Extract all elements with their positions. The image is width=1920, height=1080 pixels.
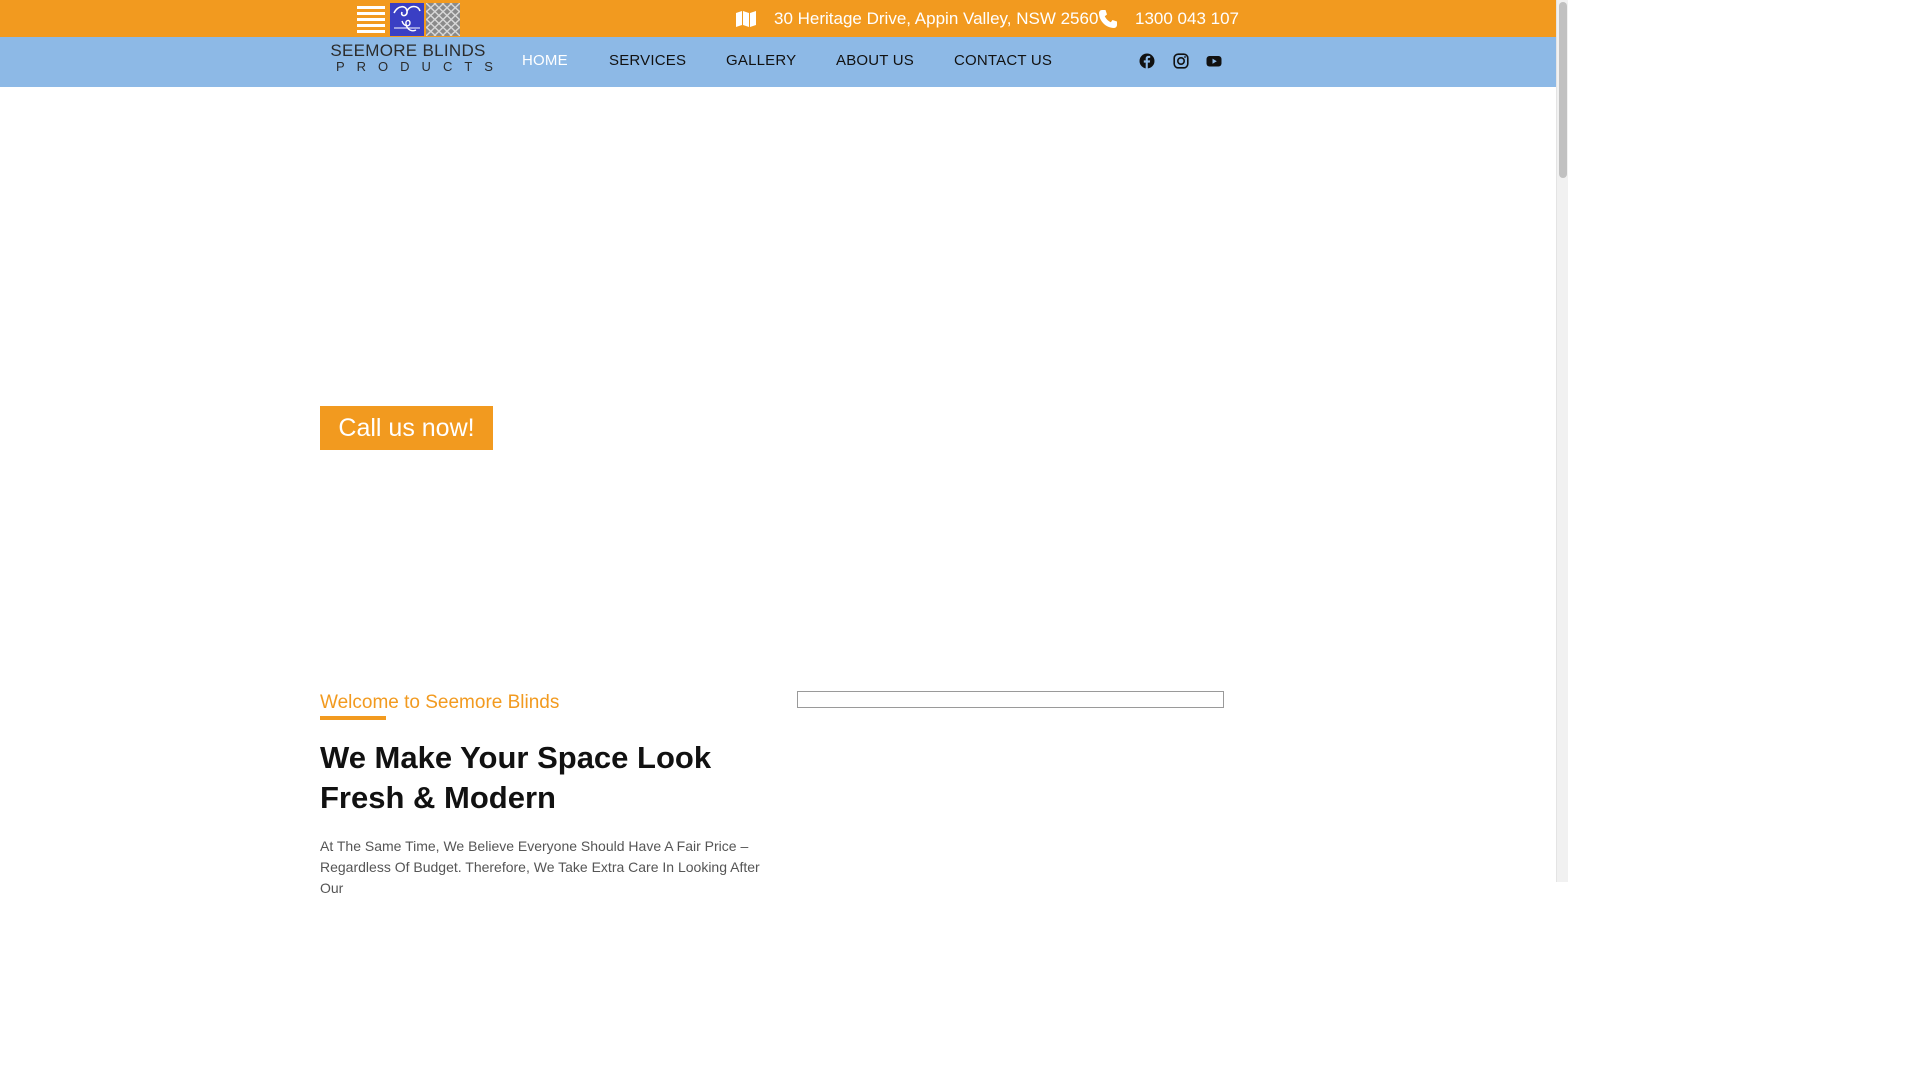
phone-link[interactable]: 1300 043 107 [1098,0,1239,37]
page: 30 Heritage Drive, Appin Valley, NSW 256… [0,0,1556,896]
logo-brand-text: SEEMORE BLINDS [330,41,486,60]
phone-text: 1300 043 107 [1135,8,1239,28]
welcome-image-placeholder [797,691,1224,708]
welcome-body: At The Same Time, We Believe Everyone Sh… [320,838,760,896]
address-link[interactable]: 30 Heritage Drive, Appin Valley, NSW 256… [736,0,1098,37]
nav-item-about-us[interactable]: ABOUT US [836,52,914,69]
youtube-icon[interactable] [1206,53,1222,69]
facebook-icon[interactable] [1139,53,1155,69]
site-logo[interactable]: SEEMORE BLINDS PRODUCTS [330,3,505,74]
logo-sub-text: PRODUCTS [336,59,505,74]
map-icon [736,10,756,27]
top-contact-bar: 30 Heritage Drive, Appin Valley, NSW 256… [0,0,1556,37]
logo-squares [354,3,460,36]
nav-item-contact-us[interactable]: CONTACT US [954,52,1052,69]
mesh-screen-icon [426,3,460,36]
instagram-icon[interactable] [1173,53,1189,69]
swirl-curtain-icon [390,3,424,36]
address-text: 30 Heritage Drive, Appin Valley, NSW 256… [774,8,1099,28]
nav-item-services[interactable]: SERVICES [609,52,686,69]
phone-icon [1098,9,1118,29]
call-us-now-button[interactable]: Call us now! [320,406,493,450]
page-scrollbar[interactable] [1556,0,1568,882]
nav-item-gallery[interactable]: GALLERY [726,52,796,69]
welcome-underline [320,716,386,720]
nav-item-home[interactable]: HOME [522,52,568,69]
welcome-headline: We Make Your Space Look Fresh & Modern [320,740,712,815]
scrollbar-thumb[interactable] [1559,2,1567,178]
venetian-blind-icon [354,3,388,36]
welcome-eyebrow: Welcome to Seemore Blinds [320,692,560,713]
